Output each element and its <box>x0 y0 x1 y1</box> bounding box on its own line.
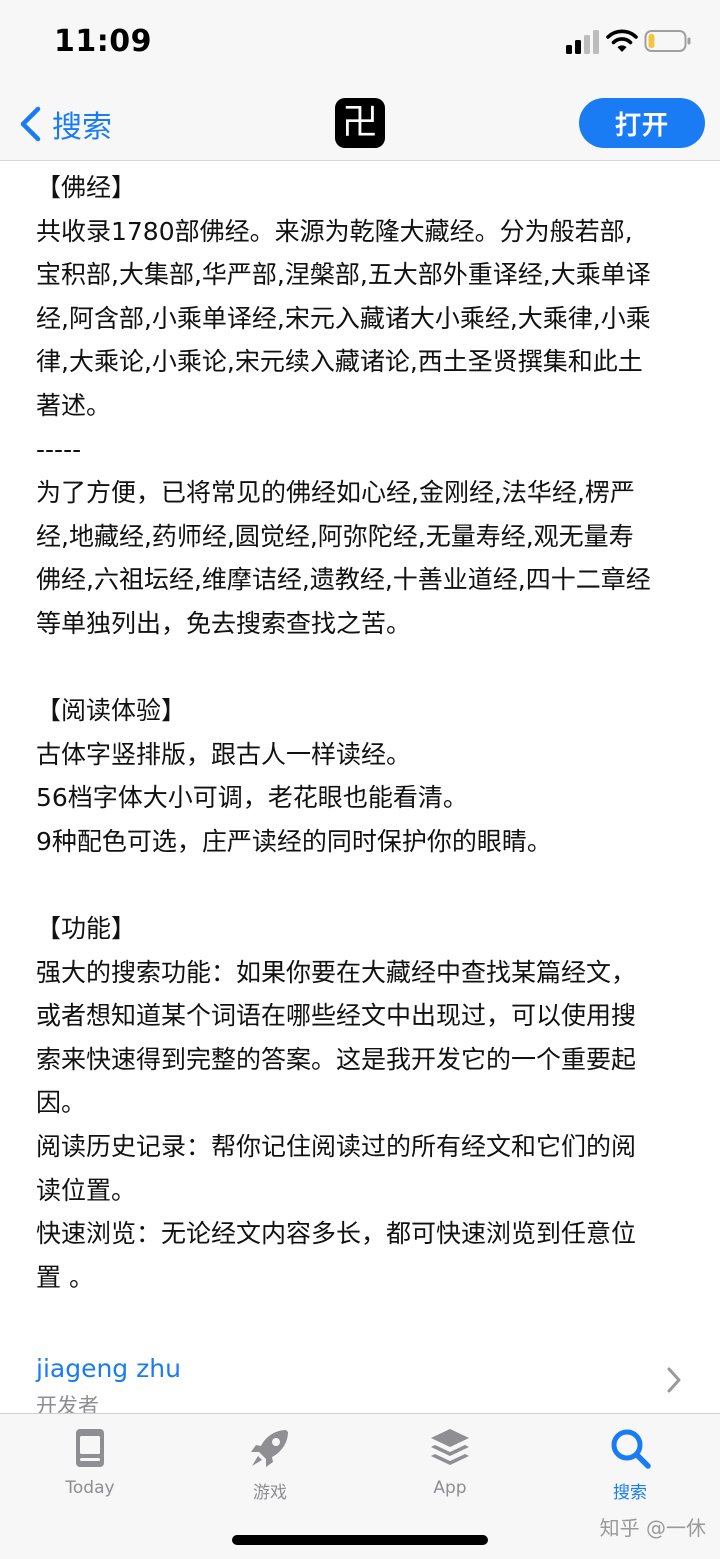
description-line: 【佛经】 <box>36 173 137 202</box>
description-line: 56档字体大小可调，老花眼也能看清。 <box>36 783 468 813</box>
tab-games[interactable]: 游戏 <box>210 1426 330 1516</box>
chevron-left-icon <box>20 106 41 142</box>
status-time: 11:09 <box>54 24 152 59</box>
description-line: 经,地藏经,药师经,圆觉经,阿弥陀经,无量寿经,观无量寿 <box>36 521 634 551</box>
description-line: 【功能】 <box>36 914 137 944</box>
home-indicator[interactable] <box>232 1535 488 1545</box>
today-icon <box>76 1429 104 1467</box>
description-line: 或者想知道某个词语在哪些经文中出现过，可以使用搜 <box>36 1001 637 1031</box>
description-line <box>36 864 692 908</box>
open-button[interactable]: 打开 <box>579 98 705 148</box>
description-line: 快速浏览：无论经文内容多长，都可快速浏览到任意位 <box>36 1219 637 1249</box>
app-description: 【佛经】共收录1780部佛经。来源为乾隆大藏经。分为般若部, 宝积部,大集部,华严… <box>36 166 692 1299</box>
description-line: 索来快速得到完整的答案。这是我开发它的一个重要起 <box>36 1044 637 1074</box>
tab-today[interactable]: Today <box>30 1426 150 1516</box>
back-button[interactable]: 搜索 <box>18 102 112 146</box>
rocket-icon <box>251 1430 288 1467</box>
description-line: 等单独列出，免去搜索查找之苦。 <box>36 608 412 638</box>
description-line: 古体字竖排版，跟古人一样读经。 <box>36 739 412 769</box>
tab-label: Today <box>65 1478 115 1498</box>
wifi-icon <box>606 29 638 52</box>
description-line: 律,大乘论,小乘论,宋元续入藏诸论,西土圣贤撰集和此土 <box>36 347 643 377</box>
description-line: 读位置。 <box>36 1175 137 1205</box>
description-line: 【阅读体验】 <box>36 696 187 726</box>
description-line: 9种配色可选，庄严读经的同时保护你的眼睛。 <box>36 826 552 856</box>
tab-label: 搜索 <box>613 1483 647 1503</box>
cellular-signal-icon <box>566 30 599 54</box>
status-bar: 11:09 <box>0 0 720 88</box>
tab-search[interactable]: 搜索 <box>570 1426 690 1516</box>
description-line: 阅读历史记录：帮你记住阅读过的所有经文和它们的阅 <box>36 1132 637 1162</box>
description-line: 宝积部,大集部,华严部,涅槃部,五大部外重译经,大乘单译 <box>36 260 651 290</box>
tab-label: 游戏 <box>253 1483 287 1503</box>
app-logo: 卍 <box>335 98 385 148</box>
battery-icon <box>644 30 691 52</box>
description-line: 因。 <box>36 1088 87 1118</box>
tab-label: App <box>433 1478 467 1498</box>
description-line: 为了方便，已将常见的佛经如心经,金刚经,法华经,楞严 <box>36 478 635 508</box>
description-line: ----- <box>36 434 82 464</box>
back-label: 搜索 <box>52 110 112 145</box>
description-line: 佛经,六祖坛经,维摩诘经,遗教经,十善业道经,四十二章经 <box>36 565 651 595</box>
search-icon <box>611 1429 651 1469</box>
watermark: 知乎 @一休 <box>599 1516 706 1540</box>
description-line: 置 。 <box>36 1262 94 1292</box>
description-line <box>36 646 692 690</box>
chevron-right-icon <box>667 1367 681 1393</box>
nav-bar: 搜索 卍 打开 <box>0 88 720 161</box>
developer-name[interactable]: jiageng zhu <box>36 1354 181 1383</box>
description-line: 经,阿含部,小乘单译经,宋元入藏诸大小乘经,大乘律,小乘 <box>36 303 651 333</box>
description-line: 共收录1780部佛经。来源为乾隆大藏经。分为般若部, <box>36 216 633 246</box>
layers-icon <box>431 1429 469 1465</box>
developer-row[interactable]: jiageng zhu 开发者 <box>36 1352 696 1418</box>
tab-apps[interactable]: App <box>390 1426 510 1516</box>
description-line: 著述。 <box>36 390 112 420</box>
description-line: 强大的搜索功能：如果你要在大藏经中查找某篇经文， <box>36 957 637 987</box>
